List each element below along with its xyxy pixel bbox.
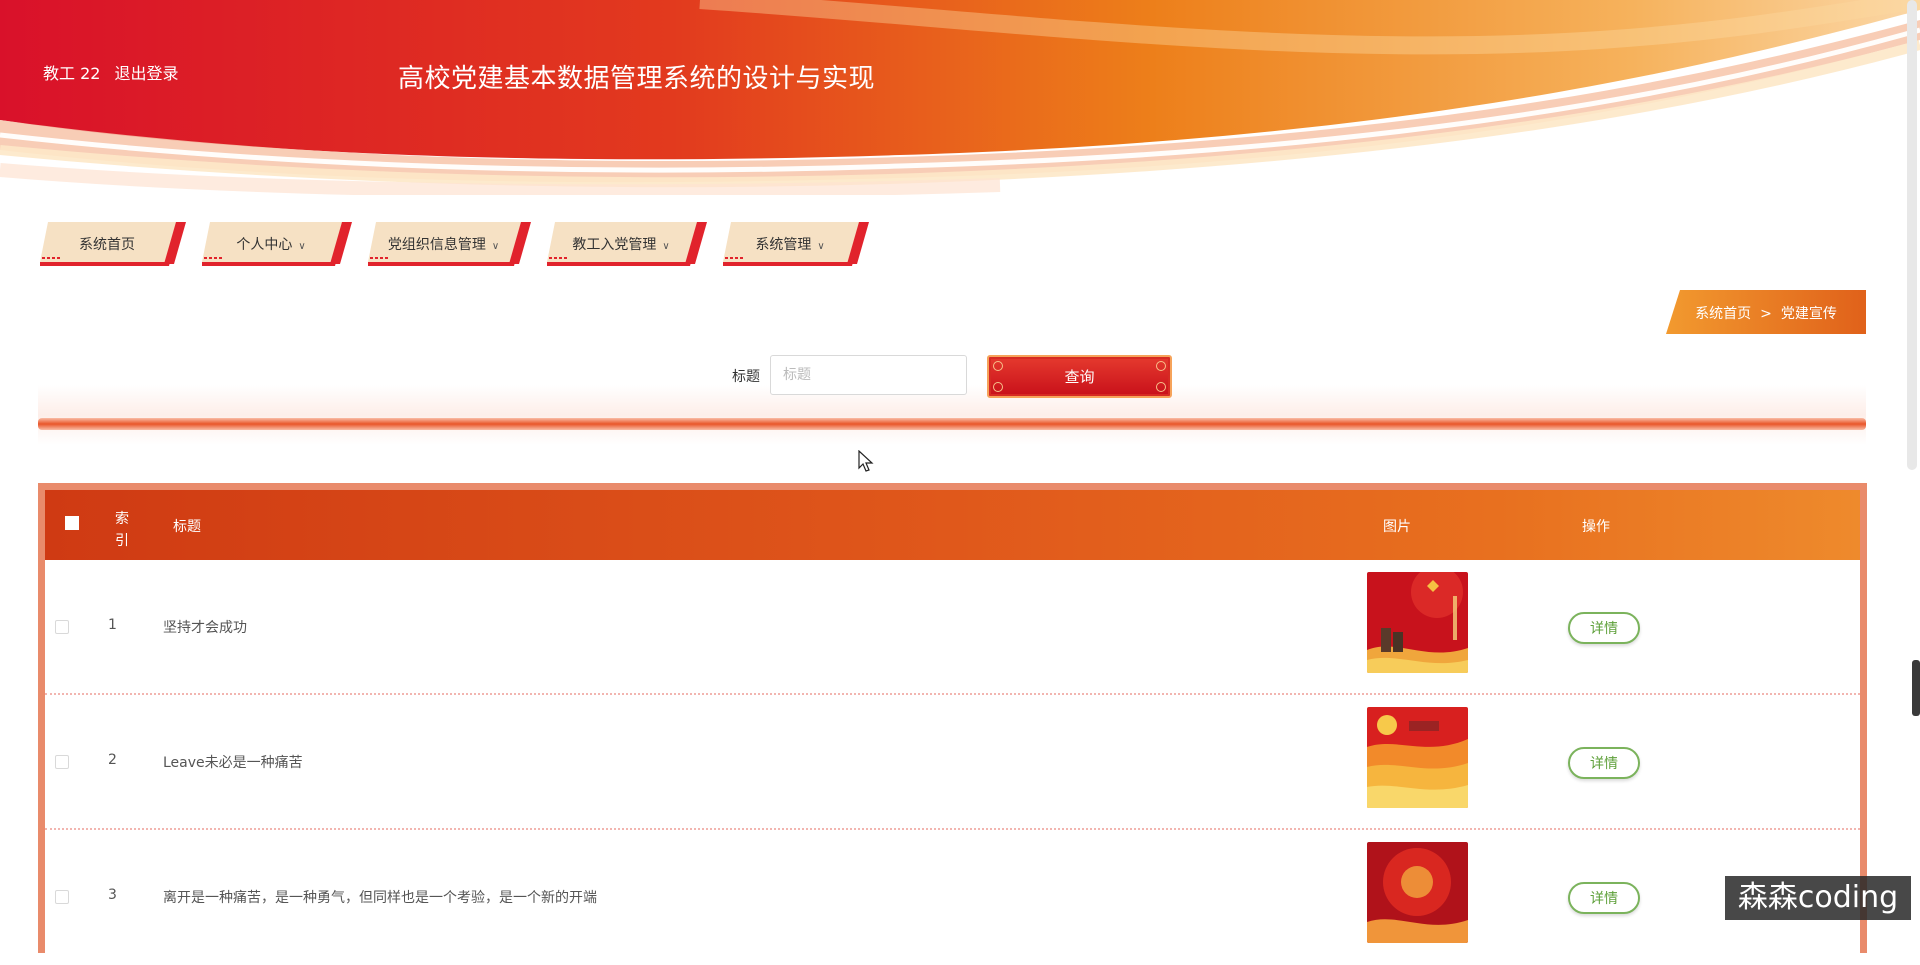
search-button-label: 查询 [1064,368,1095,386]
table-row: 3 离开是一种痛苦，是一种勇气，但同样也是一个考验，是一个新的开端 详情 [45,830,1860,965]
row-index: 2 [108,752,117,768]
chevron-down-icon: ∨ [491,241,500,252]
table-row: 2 Leave未必是一种痛苦 详情 [45,695,1860,830]
chevron-down-icon: ∨ [662,241,670,252]
row-title: 坚持才会成功 [163,620,247,636]
table-row: 1 坚持才会成功 详情 [45,560,1860,695]
detail-button[interactable]: 详情 [1568,882,1640,914]
row-checkbox[interactable] [55,755,69,769]
button-ornament [993,361,1003,371]
breadcrumb-separator: > [1760,306,1772,322]
column-header-title: 标题 [173,519,201,535]
username: 教工 22 [43,64,101,83]
watermark: 森森coding [1725,876,1911,920]
search-label: 标题 [732,369,760,385]
nav-item-party-org-info[interactable]: 党组织信息管理 ∨ [368,220,533,268]
breadcrumb-home[interactable]: 系统首页 [1695,306,1751,322]
data-table: 索引 标题 图片 操作 1 坚持才会成功 详情 2 Leave未必是一种痛苦 详… [38,483,1867,953]
nav-item-personal-center[interactable]: 个人中心 ∨ [202,220,354,268]
row-title: Leave未必是一种痛苦 [163,755,303,771]
nav-item-label: 系统管理 [755,237,812,253]
search-button[interactable]: 查询 [987,355,1172,398]
row-image [1367,707,1468,808]
user-area: 教工 22 退出登录 [43,60,178,84]
select-all-checkbox[interactable] [65,516,79,530]
button-ornament [1156,361,1166,371]
row-index: 3 [108,887,117,903]
banner-background [0,0,1920,195]
column-header-actions: 操作 [1582,519,1610,535]
row-checkbox[interactable] [55,620,69,634]
button-ornament [993,382,1003,392]
main-nav: 系统首页 个人中心 ∨ 党组织信息管理 ∨ 教工入党管理 ∨ 系统管理 ∨ [40,220,871,268]
search-divider [38,418,1866,430]
mouse-cursor-icon [858,450,874,472]
nav-item-system-management[interactable]: 系统管理 ∨ [723,220,871,268]
detail-button[interactable]: 详情 [1568,747,1640,779]
page-scrollbar[interactable] [1907,0,1917,470]
row-index: 1 [108,617,117,633]
column-header-index: 索引 [115,511,129,549]
nav-item-staff-party-join[interactable]: 教工入党管理 ∨ [547,220,709,268]
row-image [1367,572,1468,673]
row-checkbox[interactable] [55,890,69,904]
chevron-down-icon: ∨ [298,241,306,252]
search-input[interactable] [770,355,967,395]
chevron-down-icon: ∨ [817,241,825,252]
button-ornament [1156,382,1166,392]
site-title: 高校党建基本数据管理系统的设计与实现 [398,64,876,94]
nav-item-home[interactable]: 系统首页 [40,220,188,268]
row-title: 离开是一种痛苦，是一种勇气，但同样也是一个考验，是一个新的开端 [163,890,597,906]
row-image [1367,842,1468,943]
nav-item-label: 党组织信息管理 [387,237,486,253]
nav-item-label: 个人中心 [236,237,293,253]
breadcrumb: 系统首页 > 党建宣传 [1666,290,1866,334]
logout-link[interactable]: 退出登录 [114,60,178,84]
breadcrumb-current: 党建宣传 [1780,306,1837,322]
detail-button[interactable]: 详情 [1568,612,1640,644]
nav-item-label: 教工入党管理 [572,237,657,253]
nav-item-label: 系统首页 [79,237,135,253]
column-header-image: 图片 [1383,519,1411,535]
table-header: 索引 标题 图片 操作 [45,490,1860,560]
scroll-handle[interactable] [1912,660,1920,716]
header-banner: 教工 22 退出登录 高校党建基本数据管理系统的设计与实现 [0,0,1920,195]
